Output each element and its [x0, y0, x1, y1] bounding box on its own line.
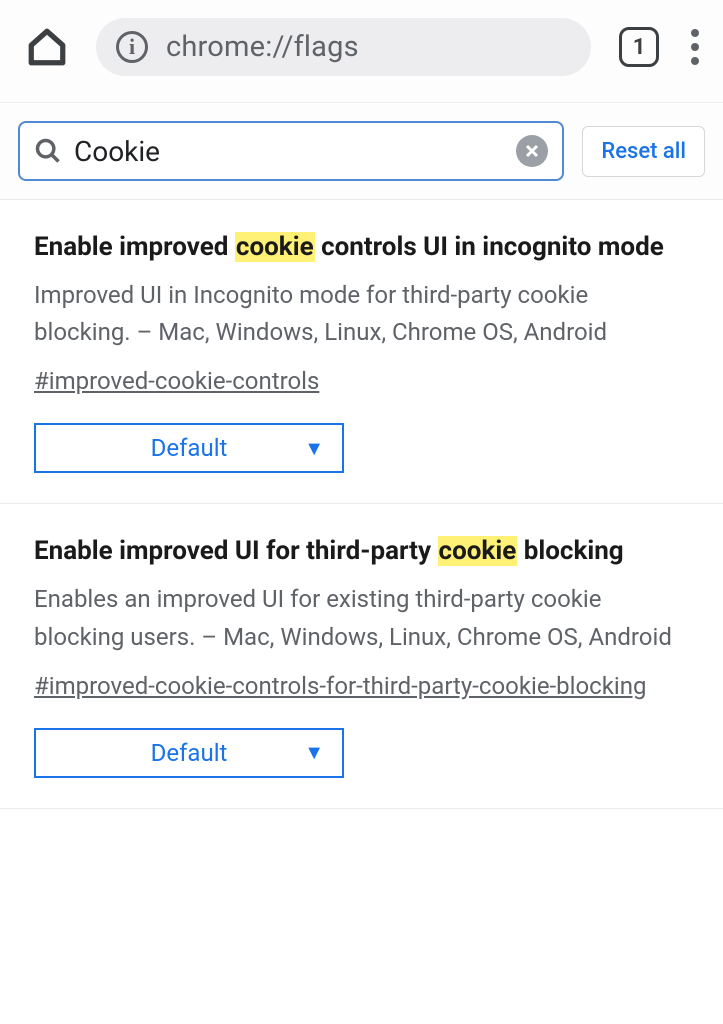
- flags-list: Enable improved cookie controls UI in in…: [0, 200, 723, 809]
- browser-toolbar: i chrome://flags 1: [0, 0, 723, 103]
- search-icon: [34, 137, 62, 165]
- clear-button[interactable]: [516, 135, 548, 167]
- flag-description: Improved UI in Incognito mode for third-…: [34, 277, 689, 351]
- search-bar: Reset all: [0, 103, 723, 200]
- menu-icon[interactable]: [687, 25, 703, 69]
- flag-slug-link[interactable]: #improved-cookie-controls-for-third-part…: [34, 668, 646, 704]
- close-icon: [524, 143, 540, 159]
- flag-title: Enable improved UI for third-party cooki…: [34, 532, 689, 571]
- reset-all-button[interactable]: Reset all: [582, 126, 705, 177]
- search-input[interactable]: [74, 135, 504, 168]
- chevron-down-icon: ▼: [304, 740, 324, 765]
- flag-item: Enable improved cookie controls UI in in…: [0, 200, 723, 504]
- highlight: cookie: [235, 232, 315, 262]
- search-box: [18, 121, 564, 181]
- chevron-down-icon: ▼: [304, 436, 324, 461]
- flag-item: Enable improved UI for third-party cooki…: [0, 504, 723, 808]
- flag-select[interactable]: Default ▼: [34, 423, 344, 473]
- flag-description: Enables an improved UI for existing thir…: [34, 581, 689, 655]
- info-icon: i: [116, 31, 148, 63]
- flag-select[interactable]: Default ▼: [34, 728, 344, 778]
- flag-slug-link[interactable]: #improved-cookie-controls: [34, 363, 319, 399]
- home-icon[interactable]: [26, 26, 68, 68]
- tab-counter[interactable]: 1: [619, 27, 659, 67]
- url-text: chrome://flags: [166, 30, 359, 64]
- flag-title: Enable improved cookie controls UI in in…: [34, 228, 689, 267]
- omnibox[interactable]: i chrome://flags: [96, 18, 591, 76]
- highlight: cookie: [438, 536, 518, 566]
